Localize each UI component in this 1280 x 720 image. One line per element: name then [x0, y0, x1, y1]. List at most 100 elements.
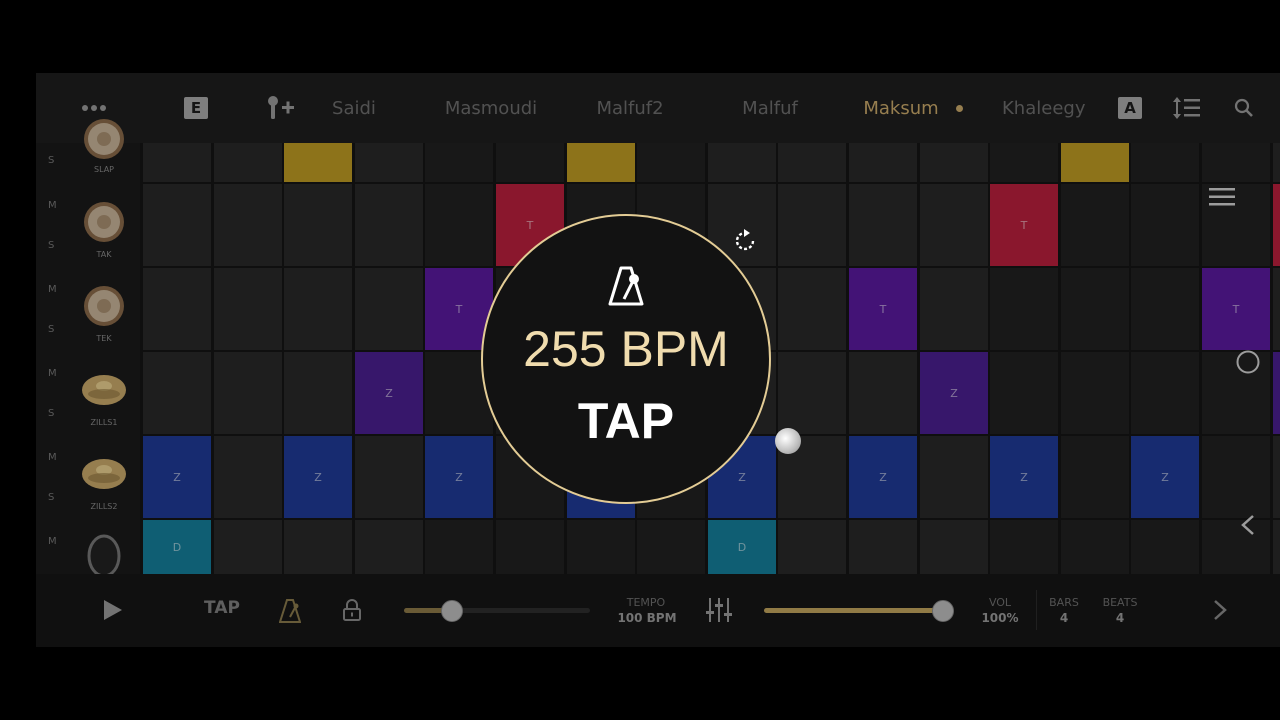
step-cell[interactable] [1131, 352, 1199, 434]
side-menu-button[interactable] [1208, 185, 1236, 209]
step-cell[interactable] [143, 143, 211, 182]
step-cell[interactable] [425, 520, 493, 574]
step-cell-active[interactable]: D [143, 520, 211, 574]
step-cell[interactable] [143, 352, 211, 434]
step-cell[interactable] [920, 520, 988, 574]
step-cell[interactable] [1061, 184, 1129, 266]
tab-malfuf2[interactable]: Malfuf2 [590, 73, 670, 143]
metronome-button[interactable] [278, 598, 302, 624]
step-cell[interactable] [637, 520, 705, 574]
tap-tempo-dialog[interactable]: 255 BPM TAP [481, 214, 771, 504]
mute-button[interactable]: M [48, 200, 57, 211]
step-cell[interactable] [1131, 143, 1199, 182]
zills2-cymbal-icon[interactable] [80, 450, 128, 498]
step-cell[interactable] [567, 520, 635, 574]
sort-button[interactable] [1170, 73, 1204, 143]
step-cell[interactable] [849, 184, 917, 266]
solo-button[interactable]: S [48, 324, 54, 335]
step-cell[interactable] [214, 143, 282, 182]
step-cell-active[interactable]: D [708, 520, 776, 574]
step-cell[interactable] [1131, 520, 1199, 574]
tab-saidi[interactable]: Saidi [319, 73, 389, 143]
step-cell[interactable] [920, 436, 988, 518]
step-cell[interactable] [1273, 520, 1280, 574]
step-cell[interactable] [1061, 520, 1129, 574]
side-circle-button[interactable] [1235, 349, 1261, 375]
step-cell-active[interactable]: T [849, 268, 917, 350]
step-cell-active[interactable]: Z [990, 436, 1058, 518]
volume-slider-knob[interactable] [932, 600, 954, 622]
step-cell-active[interactable]: T [990, 184, 1058, 266]
auto-mode-button[interactable]: A [1116, 73, 1144, 143]
tab-malfuf[interactable]: Malfuf [736, 73, 804, 143]
step-cell[interactable] [214, 436, 282, 518]
tab-maksum[interactable]: Maksum [859, 73, 943, 143]
step-cell-active[interactable]: Z [1273, 352, 1280, 434]
step-cell[interactable] [1202, 143, 1270, 182]
solo-button[interactable]: S [48, 240, 54, 251]
step-cell-active[interactable]: Z [143, 436, 211, 518]
step-cell[interactable] [355, 268, 423, 350]
step-cell[interactable] [920, 143, 988, 182]
step-cell-active[interactable]: T [1202, 268, 1270, 350]
tempo-slider-knob[interactable] [440, 600, 463, 622]
side-back-button[interactable] [1238, 513, 1258, 537]
tab-khaleegy[interactable]: Khaleegy [1002, 73, 1086, 143]
step-cell-active[interactable] [284, 143, 352, 182]
step-cell-active[interactable]: Z [920, 352, 988, 434]
step-cell[interactable] [1131, 268, 1199, 350]
step-cell[interactable] [990, 268, 1058, 350]
step-cell-active[interactable]: Z [355, 352, 423, 434]
step-cell[interactable] [778, 184, 846, 266]
step-cell[interactable] [425, 184, 493, 266]
step-cell[interactable] [778, 143, 846, 182]
step-cell[interactable] [496, 143, 564, 182]
step-cell[interactable] [143, 268, 211, 350]
tempo-slider[interactable] [404, 608, 590, 613]
step-cell-active[interactable] [567, 143, 635, 182]
step-cell[interactable] [637, 143, 705, 182]
step-cell[interactable] [1061, 436, 1129, 518]
tab-masmoudi[interactable]: Masmoudi [441, 73, 541, 143]
volume-slider[interactable] [764, 608, 942, 613]
tek-drum-icon[interactable] [80, 282, 128, 330]
step-cell[interactable] [284, 352, 352, 434]
solo-button[interactable]: S [48, 408, 54, 419]
step-cell[interactable] [355, 184, 423, 266]
step-cell[interactable] [990, 520, 1058, 574]
tambourine-icon[interactable] [80, 532, 128, 580]
step-cell[interactable] [778, 520, 846, 574]
step-cell[interactable] [778, 268, 846, 350]
step-cell[interactable] [920, 184, 988, 266]
step-cell[interactable] [1061, 268, 1129, 350]
step-cell[interactable] [355, 436, 423, 518]
step-cell[interactable] [849, 352, 917, 434]
slap-drum-icon[interactable] [80, 115, 128, 163]
step-cell[interactable] [920, 268, 988, 350]
step-cell[interactable] [1273, 143, 1280, 182]
step-cell[interactable] [143, 184, 211, 266]
step-cell[interactable] [214, 520, 282, 574]
step-cell[interactable] [425, 143, 493, 182]
step-cell[interactable] [214, 352, 282, 434]
mute-button[interactable]: M [48, 452, 57, 463]
reset-tempo-button[interactable] [733, 228, 759, 254]
step-cell[interactable] [708, 143, 776, 182]
mixer-button[interactable] [704, 596, 734, 624]
play-button[interactable] [102, 598, 124, 622]
lock-button[interactable] [342, 598, 362, 622]
next-page-button[interactable] [1210, 598, 1230, 622]
solo-button[interactable]: S [48, 155, 54, 166]
step-cell[interactable] [849, 143, 917, 182]
step-cell[interactable] [990, 352, 1058, 434]
step-cell-active[interactable]: Z [849, 436, 917, 518]
step-cell[interactable] [214, 268, 282, 350]
step-cell[interactable] [849, 520, 917, 574]
mute-button[interactable]: M [48, 368, 57, 379]
step-cell-active[interactable]: Z [1131, 436, 1199, 518]
zills1-cymbal-icon[interactable] [80, 366, 128, 414]
step-cell[interactable] [496, 520, 564, 574]
step-cell[interactable] [1131, 184, 1199, 266]
step-cell[interactable] [990, 143, 1058, 182]
solo-button[interactable]: S [48, 492, 54, 503]
